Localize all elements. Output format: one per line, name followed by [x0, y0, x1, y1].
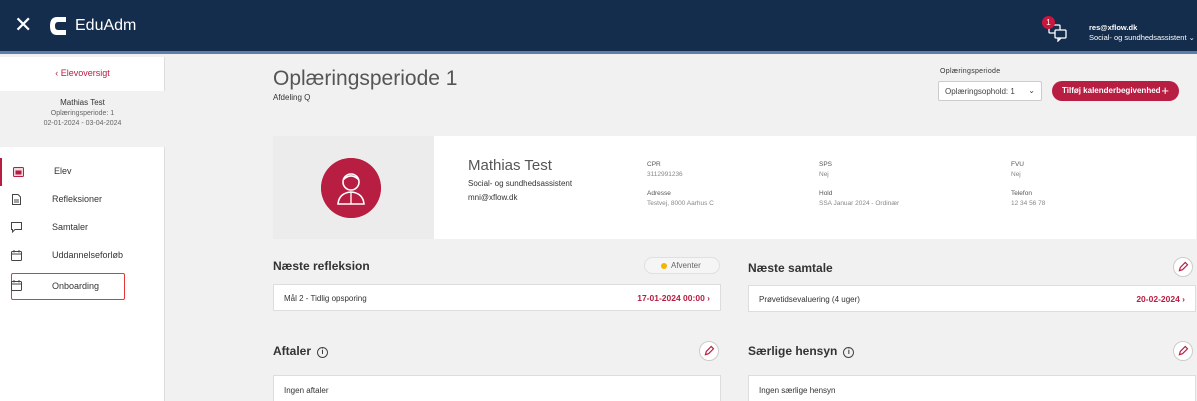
period-label: Oplæringsperiode — [940, 68, 1001, 75]
next-reflection-item: Mål 2 - Tidlig opsporing — [284, 294, 367, 303]
pencil-icon — [1178, 261, 1189, 272]
period-select[interactable]: Oplæringsophold: 1 ⌄ — [938, 81, 1042, 101]
sidebar-item-refleksioner[interactable]: Refleksioner — [0, 186, 165, 214]
pencil-icon — [1178, 345, 1189, 356]
page-title: Oplæringsperiode 1 — [273, 67, 458, 90]
hold-value: SSA Januar 2024 - Ordinær — [819, 200, 900, 207]
chevron-down-icon: ⌄ — [1028, 86, 1035, 95]
calendar-icon — [11, 250, 22, 261]
profile-name: Mathias Test — [468, 157, 552, 174]
sidebar-item-label: Refleksioner — [52, 194, 103, 204]
sidebar-item-onboarding[interactable]: Onboarding — [11, 273, 125, 300]
info-icon[interactable]: i — [317, 347, 329, 358]
next-reflection-date[interactable]: 17-01-2024 00:00 › — [637, 293, 710, 303]
address-label: Adresse — [647, 190, 671, 197]
agreements-edit-button[interactable] — [699, 341, 719, 361]
avatar-icon — [321, 158, 381, 218]
special-needs-title: Særlige hensyn — [748, 344, 838, 358]
special-needs-card: Ingen særlige hensyn — [748, 375, 1196, 401]
special-needs-heading: Særlige hensyn i — [748, 344, 855, 358]
status-label: Afventer — [671, 261, 701, 270]
info-icon[interactable]: i — [843, 347, 855, 358]
student-name: Mathias Test — [60, 98, 105, 107]
next-conversation-item: Prøvetidsevaluering (4 uger) — [759, 295, 860, 304]
profile-role: Social- og sundhedsassistent — [468, 179, 573, 188]
cpr-label: CPR — [647, 161, 661, 168]
avatar-container — [273, 136, 434, 239]
fvu-value: Nej — [1011, 171, 1021, 178]
sidebar: ‹ Elevoversigt Mathias Test Oplæringsper… — [0, 57, 165, 401]
agreements-heading: Aftaler i — [273, 344, 329, 358]
special-needs-item: Ingen særlige hensyn — [759, 386, 836, 395]
profile-card: Mathias Test Social- og sundhedsassisten… — [273, 136, 1196, 239]
add-calendar-event-label: Tilføj kalenderbegivenhed — [1062, 86, 1161, 95]
document-icon — [12, 194, 21, 205]
agreements-item: Ingen aftaler — [284, 386, 329, 395]
special-needs-edit-button[interactable] — [1173, 341, 1193, 361]
next-conversation-title: Næste samtale — [748, 261, 833, 275]
sidebar-item-label: Onboarding — [52, 281, 100, 291]
status-dot-icon — [661, 263, 667, 269]
sidebar-item-label: Samtaler — [52, 222, 89, 232]
sidebar-item-label: Elev — [54, 166, 72, 176]
next-conversation-card[interactable]: Prøvetidsevaluering (4 uger) 20-02-2024 … — [748, 285, 1196, 312]
agreements-card: Ingen aftaler — [273, 375, 721, 401]
student-dates: 02-01-2024 - 03-04-2024 — [43, 120, 122, 127]
student-summary: Mathias Test Oplæringsperiode: 1 02-01-2… — [0, 91, 165, 147]
pencil-icon — [704, 345, 715, 356]
sidebar-item-uddannelseforlob[interactable]: Uddannelseforløb — [0, 242, 165, 270]
phone-value: 12 34 56 78 — [1011, 200, 1046, 207]
profile-email: mni@xflow.dk — [468, 193, 518, 202]
user-email[interactable]: res@xflow.dk — [1089, 23, 1137, 32]
sps-label: SPS — [819, 161, 833, 168]
agreements-title: Aftaler — [273, 344, 312, 358]
next-conversation-date[interactable]: 20-02-2024 › — [1136, 294, 1185, 304]
top-bar: ✕ EduAdm 1 res@xflow.dk Social- og sundh… — [0, 0, 1197, 54]
period-select-value: Oplæringsophold: 1 — [945, 87, 1015, 96]
page-subtitle: Afdeling Q — [273, 93, 311, 102]
hold-label: Hold — [819, 190, 833, 197]
app-name: EduAdm — [75, 17, 137, 34]
sidebar-item-samtaler[interactable]: Samtaler — [0, 214, 165, 242]
fvu-label: FVU — [1011, 161, 1024, 168]
sidebar-item-elev[interactable]: Elev — [0, 158, 165, 186]
address-value: Testvej, 8000 Aarhus C — [647, 200, 714, 207]
user-role[interactable]: Social- og sundhedsassistent ⌄ — [1089, 33, 1195, 42]
next-reflection-title: Næste refleksion — [273, 259, 370, 273]
status-badge: Afventer — [644, 257, 720, 274]
next-conversation-edit-button[interactable] — [1173, 257, 1193, 277]
cpr-value: 3112991236 — [647, 171, 683, 178]
add-calendar-event-button[interactable]: Tilføj kalenderbegivenhed + — [1052, 81, 1179, 101]
calendar-icon — [11, 280, 22, 291]
notification-badge[interactable]: 1 — [1042, 16, 1055, 29]
calendar-icon — [13, 167, 24, 177]
sps-value: Nej — [819, 171, 829, 178]
plus-icon: + — [1161, 83, 1169, 98]
sidebar-item-label: Uddannelseforløb — [52, 250, 124, 260]
phone-label: Telefon — [1011, 190, 1032, 197]
chat-icon — [11, 222, 22, 233]
next-reflection-card[interactable]: Mål 2 - Tidlig opsporing 17-01-2024 00:0… — [273, 284, 721, 311]
student-period: Oplæringsperiode: 1 — [50, 110, 115, 117]
eduadm-logo-icon — [50, 17, 66, 35]
close-icon[interactable]: ✕ — [14, 14, 32, 36]
back-link[interactable]: ‹ Elevoversigt — [0, 68, 165, 78]
